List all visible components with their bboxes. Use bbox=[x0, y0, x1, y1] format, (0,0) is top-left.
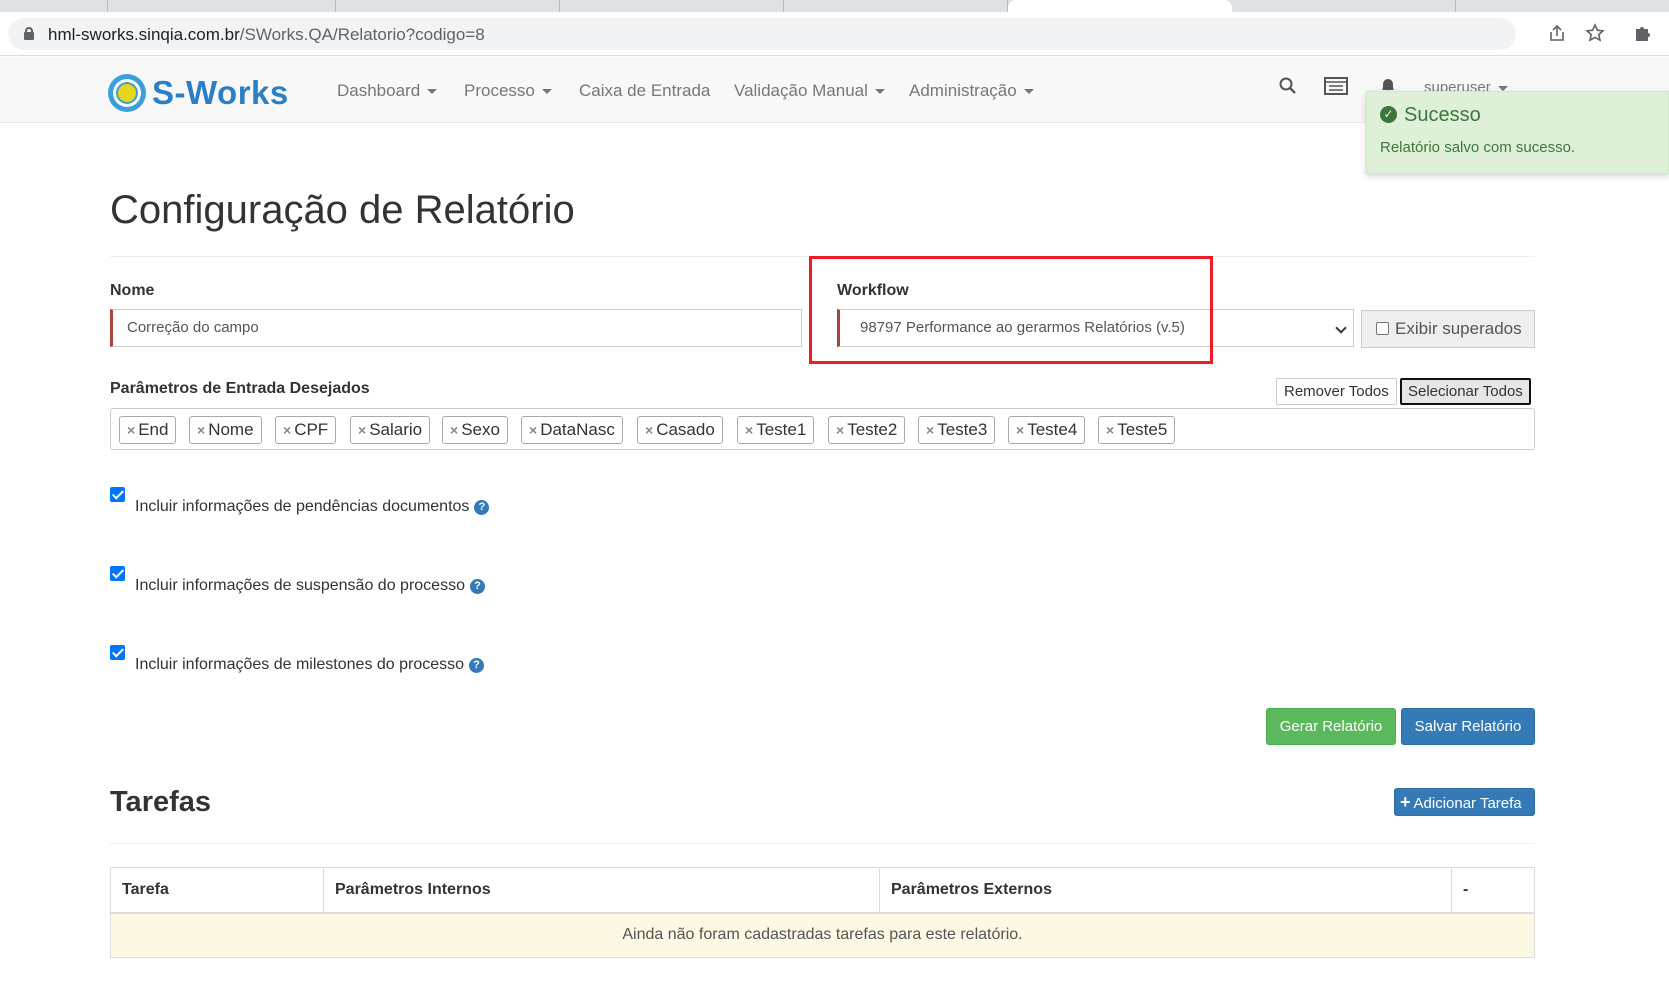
browser-tab[interactable] bbox=[784, 0, 1008, 12]
remove-x-icon[interactable]: × bbox=[358, 422, 366, 438]
exibir-superados-checkbox[interactable]: Exibir superados bbox=[1361, 310, 1535, 348]
remove-x-icon[interactable]: × bbox=[127, 422, 135, 438]
remove-x-icon[interactable]: × bbox=[1016, 422, 1024, 438]
nav-caixa-de-entrada[interactable]: Caixa de Entrada bbox=[579, 81, 710, 101]
tag-teste1[interactable]: × Teste1 bbox=[737, 416, 815, 444]
remove-x-icon[interactable]: × bbox=[645, 422, 653, 438]
check-milestones-label: Incluir informações de milestones do pro… bbox=[135, 656, 465, 673]
help-question-icon[interactable]: ? bbox=[469, 658, 485, 673]
checkbox-checked[interactable] bbox=[110, 566, 125, 581]
caret-down-icon bbox=[874, 89, 885, 95]
tag-sexo[interactable]: × Sexo bbox=[442, 416, 508, 444]
nome-input[interactable]: Correção do campo bbox=[110, 309, 802, 347]
help-question-icon[interactable]: ? bbox=[469, 579, 485, 594]
success-toast[interactable]: ✓ Sucesso Relatório salvo com sucesso. bbox=[1366, 91, 1669, 174]
tag-casado[interactable]: × Casado bbox=[637, 416, 723, 444]
browser-tab-active[interactable] bbox=[1008, 0, 1232, 12]
workflow-label: Workflow bbox=[837, 282, 909, 299]
s-works-logo[interactable]: S-Works bbox=[108, 73, 289, 113]
inbox-list-icon[interactable] bbox=[1323, 76, 1349, 102]
url-text[interactable]: hml-sworks.sinqia.com.br/SWorks.QA/Relat… bbox=[48, 25, 485, 45]
checkbox-unchecked[interactable] bbox=[1376, 322, 1389, 335]
divider bbox=[110, 256, 1535, 257]
tag-teste3[interactable]: × Teste3 bbox=[918, 416, 996, 444]
share-icon[interactable] bbox=[1546, 23, 1568, 45]
remove-x-icon[interactable]: × bbox=[926, 422, 934, 438]
browser-tab[interactable] bbox=[108, 0, 336, 12]
remove-x-icon[interactable]: × bbox=[745, 422, 753, 438]
col-tarefa: Tarefa bbox=[110, 867, 324, 914]
check-suspensao-label: Incluir informações de suspensão do proc… bbox=[135, 577, 465, 594]
check-pendencias-label: Incluir informações de pendências docume… bbox=[135, 498, 470, 515]
col-parametros-externos: Parâmetros Externos bbox=[879, 867, 1452, 914]
tag-nome[interactable]: × Nome bbox=[189, 416, 262, 444]
caret-down-icon bbox=[427, 89, 438, 95]
selecionar-todos-button[interactable]: Selecionar Todos bbox=[1400, 378, 1531, 405]
plus-icon: + bbox=[1400, 792, 1411, 812]
help-question-icon[interactable]: ? bbox=[474, 500, 490, 515]
toast-message: Relatório salvo com sucesso. bbox=[1380, 139, 1576, 156]
page-title: Configuração de Relatório bbox=[110, 188, 575, 232]
tag-end[interactable]: × End bbox=[119, 416, 177, 444]
gerar-relatorio-button[interactable]: Gerar Relatório bbox=[1266, 708, 1396, 745]
nav-dashboard[interactable]: Dashboard bbox=[337, 81, 438, 101]
remove-x-icon[interactable]: × bbox=[529, 422, 537, 438]
remover-todos-button[interactable]: Remover Todos bbox=[1276, 378, 1397, 405]
remove-x-icon[interactable]: × bbox=[450, 422, 458, 438]
checkbox-checked[interactable] bbox=[110, 645, 125, 660]
params-label: Parâmetros de Entrada Desejados bbox=[110, 380, 370, 397]
caret-down-icon bbox=[1497, 85, 1508, 91]
tarefas-title: Tarefas bbox=[110, 786, 212, 818]
toast-title: Sucesso bbox=[1404, 104, 1481, 126]
bookmark-star-icon[interactable] bbox=[1584, 23, 1606, 45]
nome-label: Nome bbox=[110, 282, 155, 299]
adicionar-tarefa-button[interactable]: + Adicionar Tarefa bbox=[1394, 788, 1535, 816]
browser-tab[interactable] bbox=[560, 0, 784, 12]
tag-teste5[interactable]: × Teste5 bbox=[1098, 416, 1176, 444]
url-omnibox[interactable]: hml-sworks.sinqia.com.br/SWorks.QA/Relat… bbox=[8, 18, 1605, 50]
check-circle-icon: ✓ bbox=[1380, 106, 1397, 123]
browser-tab[interactable] bbox=[336, 0, 560, 12]
tag-cpf[interactable]: × CPF bbox=[275, 416, 337, 444]
logo-text: S-Works bbox=[152, 74, 289, 111]
salvar-relatorio-button[interactable]: Salvar Relatório bbox=[1401, 708, 1535, 745]
col-parametros-internos: Parâmetros Internos bbox=[323, 867, 880, 914]
tag-salario[interactable]: × Salario bbox=[350, 416, 431, 444]
remove-x-icon[interactable]: × bbox=[836, 422, 844, 438]
nav-validacao-manual[interactable]: Validação Manual bbox=[734, 81, 885, 101]
remove-x-icon[interactable]: × bbox=[283, 422, 291, 438]
checkbox-checked[interactable] bbox=[110, 487, 125, 502]
tag-datanasc[interactable]: × DataNasc bbox=[521, 416, 623, 444]
caret-down-icon bbox=[1023, 89, 1034, 95]
params-multiselect[interactable]: × End × Nome × CPF × Salario × Sexo × DataNasc… bbox=[110, 408, 1535, 450]
remove-x-icon[interactable]: × bbox=[197, 422, 205, 438]
browser-tab[interactable] bbox=[1232, 0, 1456, 12]
browser-tab[interactable] bbox=[0, 0, 108, 12]
nav-processo[interactable]: Processo bbox=[464, 81, 552, 101]
caret-down-icon bbox=[541, 89, 552, 95]
lock-icon[interactable] bbox=[24, 27, 34, 40]
remove-x-icon[interactable]: × bbox=[1106, 422, 1114, 438]
empty-table-message: Ainda não foram cadastradas tarefas para… bbox=[110, 912, 1535, 958]
workflow-select[interactable]: 98797 Performance ao gerarmos Relatórios… bbox=[837, 309, 1354, 347]
chevron-down-icon bbox=[1335, 322, 1347, 334]
tarefas-table: Tarefa Parâmetros Internos Parâmetros Ex… bbox=[110, 867, 1535, 958]
browser-tab-strip bbox=[0, 0, 1669, 12]
extensions-puzzle-icon[interactable] bbox=[1632, 23, 1654, 45]
logo-mark-icon bbox=[108, 74, 146, 112]
divider bbox=[110, 843, 1535, 844]
col-actions: - bbox=[1451, 867, 1535, 914]
browser-address-bar: hml-sworks.sinqia.com.br/SWorks.QA/Relat… bbox=[0, 12, 1669, 56]
nav-administracao[interactable]: Administração bbox=[909, 81, 1034, 101]
tag-teste2[interactable]: × Teste2 bbox=[828, 416, 906, 444]
search-icon[interactable] bbox=[1275, 76, 1301, 102]
tag-teste4[interactable]: × Teste4 bbox=[1008, 416, 1086, 444]
